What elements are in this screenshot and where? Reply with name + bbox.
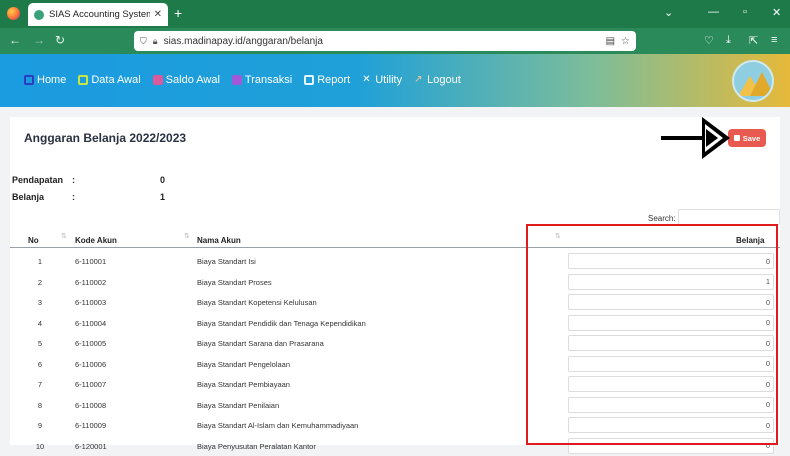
cell-kode-akun: 6-110005 — [75, 339, 107, 348]
cell-no: 9 — [37, 421, 43, 430]
app-header: Home Data Awal Saldo Awal Transaksi Repo… — [0, 54, 790, 107]
cell-kode-akun: 6-110006 — [75, 359, 107, 369]
column-header-no[interactable]: No — [28, 236, 39, 245]
column-header-nama-akun[interactable]: Nama Akun — [197, 236, 241, 245]
url-bar[interactable]: ⛉ 🔒︎ sias.madinapay.id/anggaran/belanja … — [134, 31, 636, 51]
tab-title: SIAS Accounting System — [49, 9, 150, 20]
close-window-button[interactable]: ✕ — [772, 6, 781, 19]
cell-kode-akun: 6-110002 — [75, 277, 107, 287]
url-text[interactable]: sias.madinapay.id/anggaran/belanja — [164, 36, 600, 47]
cell-kode-akun: 6-110008 — [75, 400, 107, 410]
cell-no: 10 — [35, 441, 45, 451]
sort-icon[interactable]: ⇅ — [61, 232, 67, 240]
bookmark-star-icon[interactable]: ☆ — [621, 36, 630, 47]
cell-nama-akun: Biaya Standart Isi — [197, 257, 256, 266]
cell-nama-akun: Biaya Standart Sarana dan Prasarana — [197, 339, 324, 348]
cell-nama-akun: Biaya Standart Pembiayaan — [197, 380, 290, 389]
cell-no: 1 — [37, 257, 43, 266]
floppy-disk-icon — [733, 135, 740, 141]
menu-item-data-awal[interactable]: Data Awal — [78, 74, 141, 86]
back-arrow-icon[interactable]: ← — [9, 33, 21, 47]
menu-label: Utility — [375, 74, 403, 86]
restore-button[interactable]: ▫ — [743, 6, 747, 18]
column-header-kode-akun[interactable]: Kode Akun — [75, 236, 117, 245]
tab-close-icon[interactable]: ✕ — [154, 9, 162, 20]
page-title: Anggaran Belanja 2022/2023 — [24, 131, 187, 145]
downloads-icon[interactable]: ⤓ — [726, 34, 731, 47]
sort-icon[interactable]: ⇅ — [184, 232, 190, 240]
cell-no: 8 — [37, 400, 43, 410]
cell-kode-akun: 6-110007 — [75, 380, 107, 389]
firefox-logo-icon — [7, 7, 20, 20]
lock-icon[interactable]: 🔒︎ — [153, 36, 158, 47]
summary-label: Belanja — [12, 192, 45, 202]
menu-item-report[interactable]: Report — [304, 74, 350, 86]
menu-label: Data Awal — [91, 74, 141, 86]
monitor-icon — [78, 75, 89, 85]
cell-kode-akun: 6-120001 — [75, 441, 107, 451]
pointer-arrow — [661, 136, 707, 140]
new-tab-button[interactable]: + — [174, 5, 182, 21]
cell-no: 5 — [37, 339, 43, 348]
hamburger-menu-icon[interactable]: ≡ — [771, 34, 777, 46]
menu-label: Transaksi — [244, 74, 293, 86]
menu-item-saldo-awal[interactable]: Saldo Awal — [152, 74, 220, 86]
cell-no: 7 — [37, 380, 43, 389]
transfer-icon — [231, 75, 242, 85]
cell-no: 4 — [37, 318, 43, 328]
cell-nama-akun: Biaya Standart Penilaian — [197, 400, 280, 410]
menu-label: Logout — [427, 74, 461, 86]
summary-colon: : — [72, 192, 75, 202]
report-icon — [304, 75, 315, 85]
cell-nama-akun: Biaya Standart Kopetensi Kelulusan — [197, 298, 317, 307]
menu-label: Home — [37, 74, 67, 86]
main-menu: Home Data Awal Saldo Awal Transaksi Repo… — [24, 74, 461, 86]
cell-kode-akun: 6-110009 — [75, 421, 107, 430]
menu-label: Saldo Awal — [165, 74, 220, 86]
menu-item-transaksi[interactable]: Transaksi — [231, 74, 293, 86]
save-button[interactable]: Save — [728, 129, 766, 147]
minimize-button[interactable]: — — [708, 6, 719, 18]
summary-value: 0 — [160, 175, 166, 185]
cell-nama-akun: Biaya Standart Pendidik dan Tenaga Kepen… — [197, 318, 366, 328]
tools-icon: ✕ — [362, 74, 371, 85]
cell-no: 3 — [37, 298, 43, 307]
wallet-icon — [152, 75, 163, 85]
cell-nama-akun: Biaya Standart Proses — [197, 277, 272, 287]
summary-label: Pendapatan — [12, 175, 64, 185]
summary-colon: : — [72, 175, 75, 185]
logout-icon: ↗ — [414, 74, 423, 85]
pocket-icon[interactable]: ♡ — [704, 34, 714, 47]
app-logo — [732, 60, 774, 102]
browser-nav-bar: ← → ↻ ⛉ 🔒︎ sias.madinapay.id/anggaran/be… — [0, 28, 790, 54]
cell-nama-akun: Biaya Standart Pengelolaan — [197, 359, 290, 369]
cell-nama-akun: Biaya Standart Al-Islam dan Kemuhammadiy… — [197, 421, 359, 430]
cell-no: 6 — [37, 359, 43, 369]
pointer-arrow-head-core — [706, 129, 718, 147]
forward-arrow-icon[interactable]: → — [33, 33, 45, 47]
tab-list-icon[interactable]: ⌄ — [664, 6, 673, 19]
menu-label: Report — [317, 74, 351, 86]
extensions-icon[interactable]: ⇱ — [749, 34, 758, 47]
highlight-box — [526, 224, 778, 445]
cell-kode-akun: 6-110003 — [75, 298, 107, 307]
search-input[interactable] — [678, 209, 780, 225]
menu-item-home[interactable]: Home — [24, 74, 66, 86]
browser-tab[interactable]: SIAS Accounting System ✕ — [28, 3, 168, 26]
save-label: Save — [742, 133, 761, 143]
reload-icon[interactable]: ↻ — [55, 33, 65, 47]
site-favicon-icon — [34, 9, 44, 20]
search-label: Search: — [648, 214, 676, 223]
reader-view-icon[interactable]: ▤ — [606, 36, 615, 47]
shield-icon[interactable]: ⛉ — [140, 36, 147, 47]
home-icon — [24, 75, 34, 85]
browser-tab-bar: SIAS Accounting System ✕ + ⌄ — ▫ ✕ — [0, 0, 790, 28]
cell-nama-akun: Biaya Penyusutan Peralatan Kantor — [197, 441, 316, 451]
cell-kode-akun: 6-110001 — [75, 257, 107, 266]
menu-item-utility[interactable]: ✕ Utility — [362, 74, 402, 86]
cell-kode-akun: 6-110004 — [75, 318, 107, 328]
summary-value: 1 — [160, 192, 166, 202]
cell-no: 2 — [37, 277, 43, 287]
menu-item-logout[interactable]: ↗ Logout — [414, 74, 461, 86]
